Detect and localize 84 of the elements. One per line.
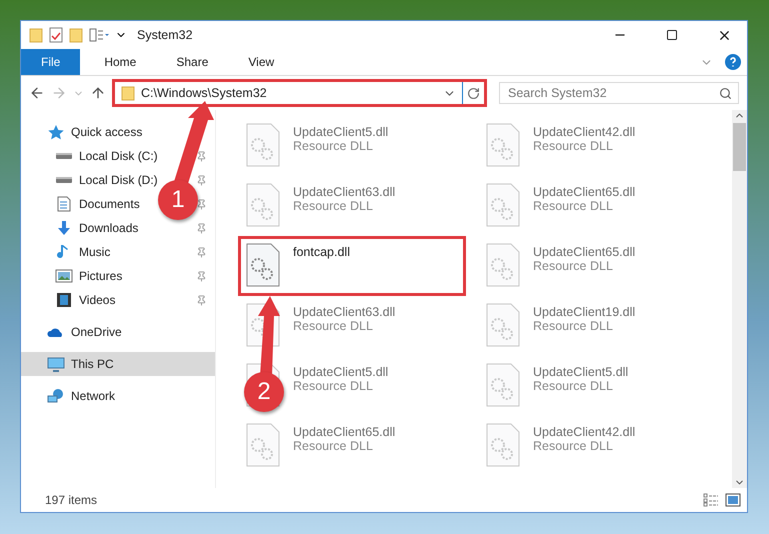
settings-file-icon (485, 243, 521, 287)
ribbon-tab[interactable]: View (232, 49, 290, 75)
pin-icon[interactable] (196, 294, 207, 306)
sidebar-item-label[interactable]: Local Disk (C:) (79, 149, 158, 163)
pin-icon[interactable] (196, 174, 207, 186)
file-name[interactable]: UpdateClient5.dll (533, 365, 628, 379)
sidebar-item-label[interactable]: Quick access (71, 125, 142, 139)
pin-icon[interactable] (196, 198, 207, 210)
settings-file-icon (485, 303, 521, 347)
settings-file-icon (485, 183, 521, 227)
settings-file-icon (245, 423, 281, 467)
large-icons-view-icon[interactable] (725, 493, 741, 507)
folder-icon (121, 85, 135, 101)
scrollbar-thumb[interactable] (733, 123, 746, 171)
document-icon (55, 196, 73, 212)
network-icon (47, 388, 65, 404)
up-button[interactable] (90, 85, 106, 101)
pin-icon[interactable] (196, 270, 207, 282)
settings-file-icon (245, 123, 281, 167)
search-field[interactable]: Search System32 (499, 82, 739, 104)
search-icon[interactable] (719, 87, 732, 100)
sidebar-item-label[interactable]: Music (79, 245, 110, 259)
down-arrow-icon (55, 220, 73, 236)
view-options-icon[interactable] (89, 27, 109, 43)
file-menu-tab[interactable]: File (21, 49, 80, 75)
back-button[interactable] (29, 85, 45, 101)
folder-icon (29, 27, 43, 43)
file-name[interactable]: UpdateClient19.dll (533, 305, 636, 319)
pin-icon[interactable] (196, 150, 207, 162)
file-type: Resource DLL (533, 139, 614, 153)
file-type: Resource DLL (533, 199, 614, 213)
sidebar-item-label[interactable]: Network (71, 389, 116, 403)
file-name[interactable]: UpdateClient5.dll (293, 125, 388, 139)
sidebar-item-label[interactable]: Downloads (79, 221, 138, 235)
selected-sidebar-item[interactable]: This PC (21, 352, 215, 376)
file-name[interactable]: UpdateClient65.dll (533, 245, 636, 259)
file-name[interactable]: fontcap.dll (293, 245, 350, 259)
file-type: Resource DLL (293, 439, 374, 453)
drive-icon (55, 152, 73, 160)
file-type: Resource DLL (533, 439, 614, 453)
item-count: 197 items (45, 493, 98, 507)
file-type: Resource DLL (533, 319, 614, 333)
file-name[interactable]: UpdateClient65.dll (293, 425, 396, 439)
drive-icon (55, 176, 73, 184)
address-path: C:\Windows\System32 (141, 86, 268, 100)
settings-file-icon (245, 183, 281, 227)
vertical-scrollbar[interactable] (732, 110, 747, 488)
file-type: Resource DLL (293, 139, 374, 153)
star-icon (47, 124, 65, 140)
file-name[interactable]: UpdateClient42.dll (533, 425, 636, 439)
film-icon (55, 292, 73, 308)
pin-icon[interactable] (196, 222, 207, 234)
sidebar-item-label[interactable]: This PC (71, 357, 114, 371)
details-view-icon[interactable] (703, 493, 719, 507)
monitor-icon (47, 356, 65, 372)
sidebar-item-label[interactable]: Documents (79, 197, 140, 211)
file-name[interactable]: UpdateClient63.dll (293, 185, 396, 199)
help-icon[interactable] (725, 54, 741, 70)
address-field[interactable]: C:\Windows\System32 (112, 79, 487, 107)
sidebar-item-label[interactable]: OneDrive (71, 325, 122, 339)
settings-file-icon (485, 123, 521, 167)
maximize-icon (666, 29, 678, 41)
sidebar-item-label[interactable]: Local Disk (D:) (79, 173, 158, 187)
ribbon-tab[interactable]: Home (88, 49, 152, 75)
file-name[interactable]: UpdateClient5.dll (293, 365, 388, 379)
sidebar-item-label[interactable]: Videos (79, 293, 116, 307)
settings-file-icon (245, 243, 281, 287)
picture-icon (55, 268, 73, 284)
file-type: Resource DLL (293, 319, 374, 333)
file-name[interactable]: UpdateClient65.dll (533, 185, 636, 199)
pin-icon[interactable] (196, 246, 207, 258)
properties-icon[interactable] (49, 27, 63, 43)
sidebar-item-label[interactable]: Pictures (79, 269, 122, 283)
settings-file-icon (485, 363, 521, 407)
refresh-icon (467, 86, 480, 100)
file-name[interactable]: UpdateClient63.dll (293, 305, 396, 319)
ribbon-tab[interactable]: Share (160, 49, 224, 75)
file-type: Resource DLL (293, 379, 374, 393)
settings-file-icon (485, 423, 521, 467)
file-type: Resource DLL (293, 199, 374, 213)
window-title: System32 (137, 28, 194, 42)
file-name[interactable]: UpdateClient42.dll (533, 125, 636, 139)
file-type: Resource DLL (533, 379, 614, 393)
file-type: Resource DLL (533, 259, 614, 273)
